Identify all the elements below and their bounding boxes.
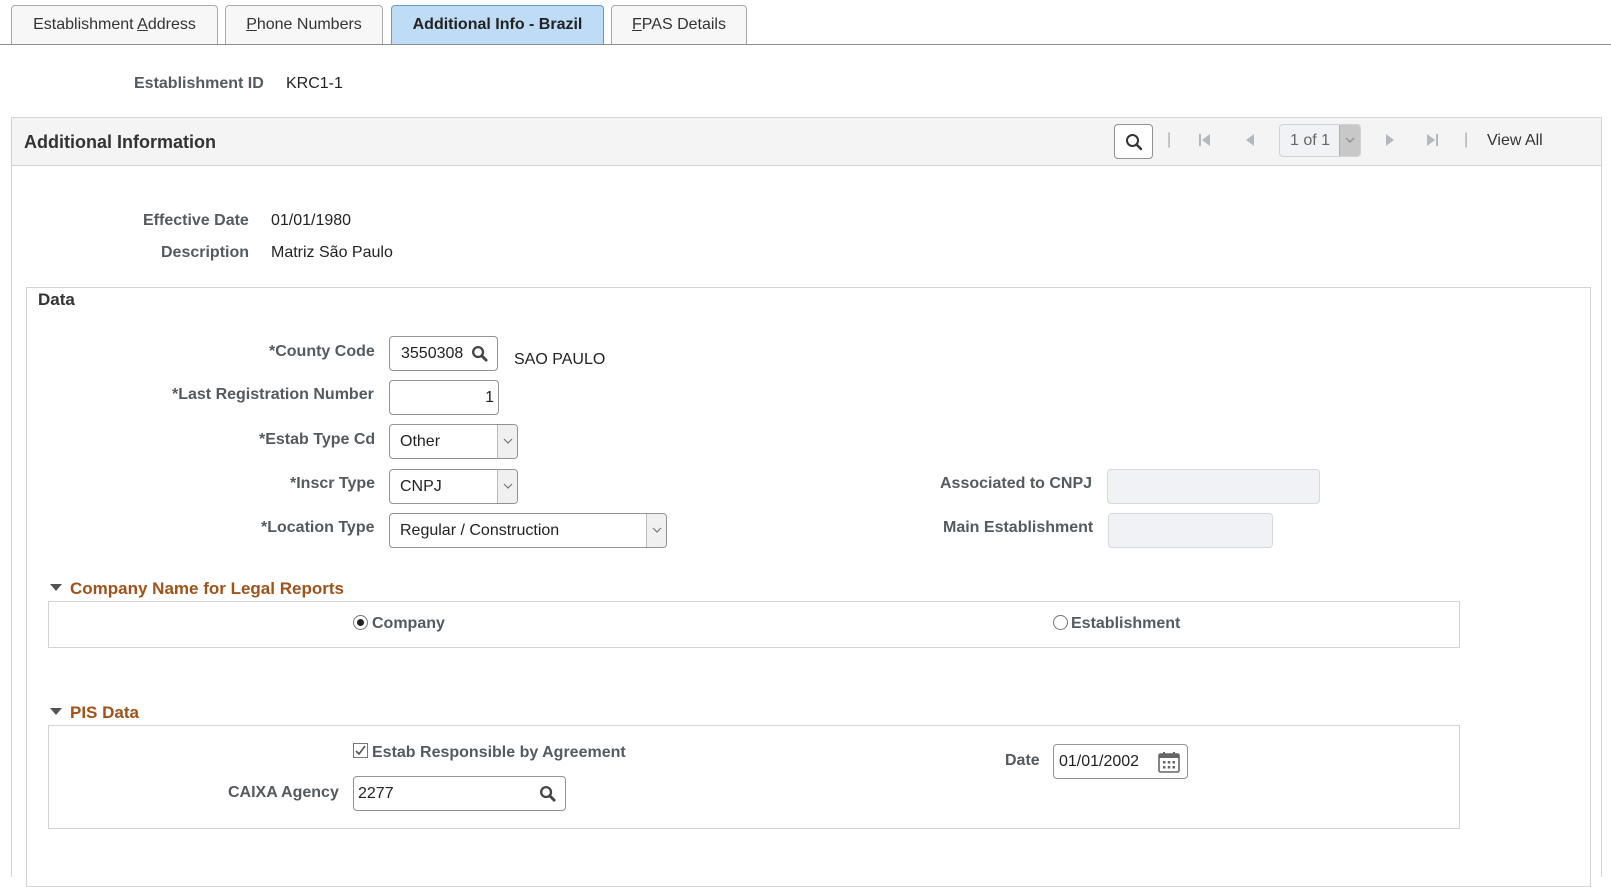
section-title: PIS Data xyxy=(70,703,139,722)
location-type-select[interactable]: Regular / Construction xyxy=(389,513,667,548)
collapse-triangle-icon xyxy=(50,584,62,591)
view-all-link[interactable]: View All xyxy=(1487,132,1543,150)
tab-accelerator: F xyxy=(632,16,642,33)
last-registration-number-value: 1 xyxy=(485,389,494,406)
establishment-id-label: Establishment ID xyxy=(134,75,264,92)
chevron-down-icon xyxy=(497,470,517,503)
main-establishment-label: Main Establishment xyxy=(943,519,1094,536)
company-name-box xyxy=(48,601,1460,648)
effective-date-value: 01/01/1980 xyxy=(271,212,352,229)
pager-text: 1 of 1 xyxy=(1290,132,1331,149)
calendar-icon[interactable] xyxy=(1158,751,1180,773)
county-code-label: *County Code xyxy=(269,343,375,360)
tab-label: PAS Details xyxy=(641,16,726,33)
separator: | xyxy=(1464,131,1469,148)
caixa-agency-label: CAIXA Agency xyxy=(228,784,339,801)
establishment-radio[interactable] xyxy=(1053,615,1068,630)
associated-to-cnpj-label: Associated to CNPJ xyxy=(940,475,1093,492)
row-pager-dropdown[interactable]: 1 of 1 xyxy=(1279,124,1361,157)
establishment-id-value: KRC1-1 xyxy=(286,75,343,92)
description-label: Description xyxy=(161,244,250,261)
section-title: Company Name for Legal Reports xyxy=(70,579,344,598)
tab-label: hone Numbers xyxy=(256,16,362,33)
separator: | xyxy=(1167,131,1172,148)
panel-header: Additional Information | 1 of 1 | View A… xyxy=(12,118,1601,166)
pis-date-input[interactable]: 01/01/2002 xyxy=(1053,744,1188,779)
caixa-agency-input[interactable]: 2277 xyxy=(353,776,566,811)
county-code-value: 3550308 xyxy=(401,345,464,362)
pis-date-label: Date xyxy=(1005,752,1040,769)
next-page-icon[interactable] xyxy=(1384,132,1396,153)
main-establishment-field xyxy=(1108,513,1273,548)
last-page-icon[interactable] xyxy=(1425,132,1439,153)
pis-data-box xyxy=(48,725,1460,829)
last-registration-number-input[interactable]: 1 xyxy=(389,380,499,415)
estab-type-cd-label: *Estab Type Cd xyxy=(259,431,376,448)
effective-date-label: Effective Date xyxy=(143,212,249,229)
chevron-down-icon xyxy=(1339,125,1360,156)
location-type-label: *Location Type xyxy=(261,519,375,536)
pis-date-value: 01/01/2002 xyxy=(1059,753,1140,770)
checkmark-icon xyxy=(355,745,366,756)
establishment-radio-label: Establishment xyxy=(1071,615,1181,632)
inscr-type-label: *Inscr Type xyxy=(290,475,376,492)
tab-establishment-address[interactable]: Establishment Address xyxy=(11,5,218,45)
company-radio[interactable] xyxy=(353,615,368,630)
collapse-triangle-icon xyxy=(50,708,62,715)
tab-label: Establishment xyxy=(33,16,138,33)
estab-responsible-checkbox[interactable] xyxy=(353,743,368,758)
tab-bar-divider xyxy=(0,44,1611,45)
estab-type-cd-value: Other xyxy=(400,433,441,450)
description-value: Matriz São Paulo xyxy=(271,244,393,261)
first-page-icon[interactable] xyxy=(1198,132,1212,153)
previous-page-icon[interactable] xyxy=(1244,132,1256,153)
data-group-title: Data xyxy=(38,290,75,309)
estab-responsible-label: Estab Responsible by Agreement xyxy=(372,744,626,761)
panel-title: Additional Information xyxy=(24,132,216,152)
tab-accelerator: P xyxy=(246,16,257,33)
tab-additional-info-brazil[interactable]: Additional Info - Brazil xyxy=(391,5,604,45)
associated-to-cnpj-field xyxy=(1107,469,1320,504)
pis-data-section-toggle[interactable]: PIS Data xyxy=(50,703,139,723)
inscr-type-value: CNPJ xyxy=(400,478,442,495)
search-icon xyxy=(1125,133,1142,150)
tab-label: ddress xyxy=(147,16,196,33)
tab-phone-numbers[interactable]: Phone Numbers xyxy=(225,5,383,45)
chevron-down-icon xyxy=(497,425,517,458)
inscr-type-select[interactable]: CNPJ xyxy=(389,469,518,504)
tab-label: Additional Info - Brazil xyxy=(412,16,583,33)
company-name-section-toggle[interactable]: Company Name for Legal Reports xyxy=(50,579,344,599)
tab-accelerator: A xyxy=(137,16,148,33)
caixa-agency-value: 2277 xyxy=(358,785,394,802)
search-icon[interactable] xyxy=(471,345,488,362)
find-button[interactable] xyxy=(1114,124,1153,159)
county-name: SAO PAULO xyxy=(514,351,606,368)
search-icon[interactable] xyxy=(539,785,556,802)
location-type-value: Regular / Construction xyxy=(400,522,560,539)
last-registration-number-label: *Last Registration Number xyxy=(172,386,374,403)
estab-type-cd-select[interactable]: Other xyxy=(389,424,518,459)
company-radio-label: Company xyxy=(372,615,445,632)
chevron-down-icon xyxy=(646,514,666,547)
county-code-input[interactable]: 3550308 xyxy=(389,336,498,371)
tab-fpas-details[interactable]: FPAS Details xyxy=(611,5,747,45)
